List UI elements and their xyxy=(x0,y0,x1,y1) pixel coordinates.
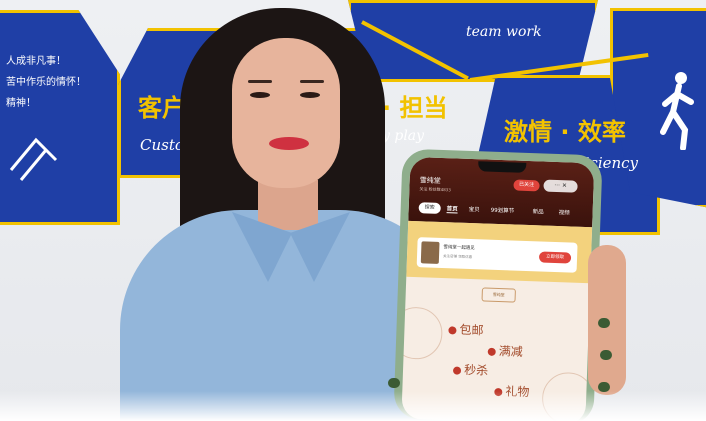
promo-thumbnail xyxy=(420,241,440,264)
photo-scene: 人成非凡事！ 苦中作乐的情怀！ 精神！ team work 客户 · Custo… xyxy=(0,0,706,421)
teamwork-text: team work xyxy=(466,24,542,40)
slogan-line-3: 精神！ xyxy=(6,98,36,109)
promo-claim-button[interactable]: 立即领取 xyxy=(538,251,572,264)
search-button[interactable]: 搜索 xyxy=(418,202,441,214)
bullet-icon xyxy=(448,325,457,335)
right-eye xyxy=(300,92,320,98)
tab-video[interactable]: 视频 xyxy=(559,208,570,216)
passion-cn-text: 激情 · 效率 xyxy=(504,118,626,146)
duty-cn-text: · 担当 xyxy=(382,94,448,122)
banner-logo: 雪纯堂 xyxy=(481,287,516,303)
bullet-icon xyxy=(452,365,462,375)
left-eye xyxy=(250,92,270,98)
shop-name: 雪纯堂 xyxy=(419,176,441,185)
feature-free-shipping[interactable]: 包邮 xyxy=(448,320,484,338)
red-lips xyxy=(269,137,309,150)
shop-header: 雪纯堂 关注 粉丝数4833 已关注 ··· ✕ 搜索 首页 宝贝 99划算节 … xyxy=(408,156,595,228)
fingernail xyxy=(600,350,612,360)
doodle-icon xyxy=(9,137,58,181)
promo-card[interactable]: 雪纯堂一起遇见 关注店铺 领取优惠 立即领取 xyxy=(416,237,578,273)
phone-notch xyxy=(478,161,527,173)
left-eyebrow xyxy=(248,80,272,83)
phone-screen: 雪纯堂 关注 粉丝数4833 已关注 ··· ✕ 搜索 首页 宝贝 99划算节 … xyxy=(401,156,595,421)
shop-followers: 关注 粉丝数4833 xyxy=(419,186,451,193)
smartphone: 雪纯堂 关注 粉丝数4833 已关注 ··· ✕ 搜索 首页 宝贝 99划算节 … xyxy=(393,148,603,421)
tab-sale[interactable]: 99划算节 xyxy=(491,206,515,215)
thumb-nail xyxy=(388,378,400,388)
right-eyebrow xyxy=(300,80,324,83)
face xyxy=(232,38,340,188)
feature-discount[interactable]: 满减 xyxy=(487,342,523,360)
promo-title: 雪纯堂一起遇见 xyxy=(443,245,475,252)
duty-en-text: y play xyxy=(382,128,425,144)
tab-home[interactable]: 首页 xyxy=(446,204,458,214)
fingernail xyxy=(598,318,610,328)
wall-panel-teamwork xyxy=(348,0,598,82)
bullet-icon xyxy=(487,347,496,356)
tab-new[interactable]: 新品 xyxy=(533,207,544,215)
tab-items[interactable]: 宝贝 xyxy=(469,205,480,213)
runner-icon xyxy=(660,72,694,150)
bottom-fade xyxy=(0,391,706,421)
slogan-line-1: 人成非凡事！ xyxy=(6,56,66,67)
follow-button[interactable]: 已关注 xyxy=(513,179,540,192)
decor-pattern xyxy=(401,306,444,361)
feature-flash-sale[interactable]: 秒杀 xyxy=(452,360,489,378)
more-close-icon[interactable]: ··· ✕ xyxy=(543,179,578,193)
promo-description: 关注店铺 领取优惠 xyxy=(442,254,473,260)
slogan-line-2: 苦中作乐的情怀！ xyxy=(6,77,86,88)
